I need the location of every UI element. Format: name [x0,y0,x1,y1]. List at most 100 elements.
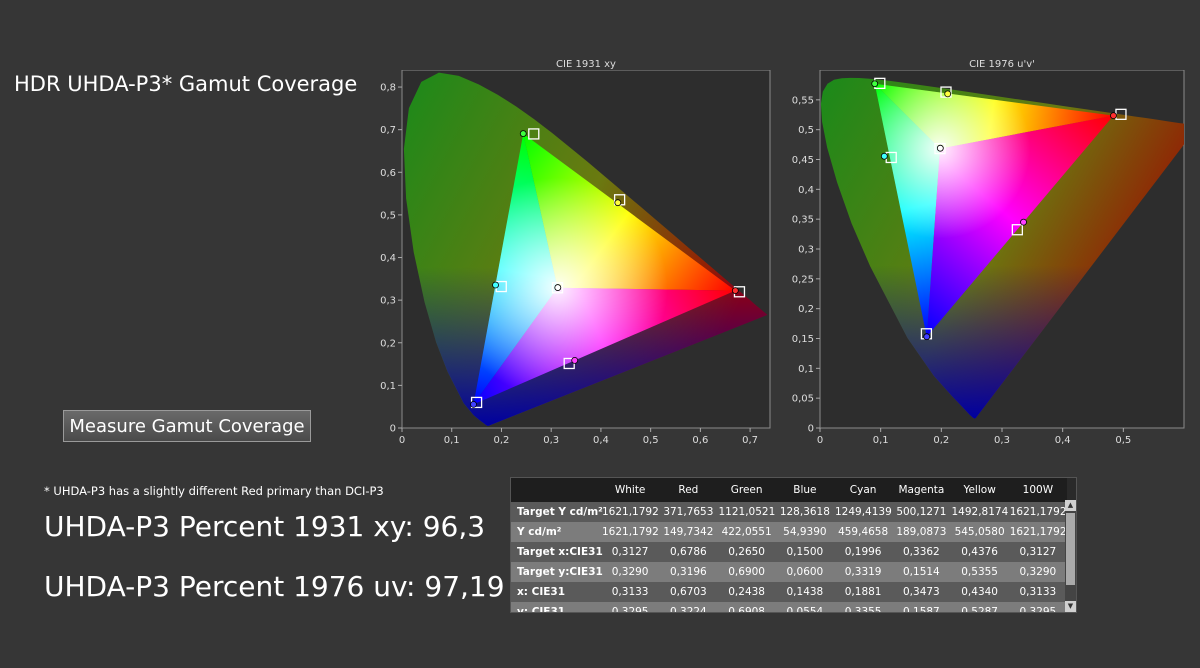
table-cell: 1121,0521 [717,502,776,522]
table-cell: 0,3196 [659,562,718,582]
table-column-header: Green [717,478,776,502]
table-cell: 0,4376 [950,542,1009,562]
table-cell: 1621,1792 [1008,502,1067,522]
table-header-row: White Red Green Blue Cyan Magenta Yellow 100W [511,478,1067,502]
x-tick-label: 0 [399,435,405,446]
table-column-header: Cyan [834,478,893,502]
y-tick-label: 0,1 [798,364,814,375]
table-cell: 0,1587 [892,602,951,612]
measured-point-green [519,130,527,137]
table-column-header: Blue [775,478,834,502]
table-cell: 0,6786 [659,542,718,562]
footnote: * UHDA-P3 has a slightly different Red p… [44,484,384,498]
table-cell: 0,0554 [775,602,834,612]
table-cell: 0,3362 [892,542,951,562]
y-tick-label: 0,6 [380,168,396,179]
table-row-label: Target x:CIE31 [511,542,603,562]
table-cell: 422,0551 [717,522,776,542]
table-scrollbar[interactable]: ▲ ▼ [1065,500,1076,612]
table-cell: 0,3133 [601,582,660,602]
x-tick-label: 0,7 [742,435,758,446]
measured-point-red [1110,112,1117,120]
table-cell: 0,3319 [834,562,893,582]
y-tick-label: 0,5 [380,210,396,221]
measured-point-yellow [614,199,622,207]
table-cell: 0,1881 [834,582,893,602]
y-tick-label: 0,7 [380,125,396,136]
percent-1931-xy: UHDA-P3 Percent 1931 xy: 96,3 [44,510,486,543]
table-cell: 1621,1792 [1008,522,1067,542]
table-cell: 0,1996 [834,542,893,562]
table-row-label: x: CIE31 [511,582,601,602]
scroll-up-icon[interactable]: ▲ [1065,500,1076,511]
measured-point-cyan [880,152,888,160]
table-row-label: Y cd/m² [511,522,601,542]
table-cell: 0,3127 [601,542,660,562]
x-tick-label: 0,3 [994,435,1010,446]
table-row: Target Y cd/m² 1621,1792 371,7653 1121,0521… [511,502,1067,522]
table-cell: 545,0580 [950,522,1009,542]
table-row: Target x:CIE31 0,3127 0,6786 0,2650 0,1500 0,… [511,542,1067,562]
measured-point-red [731,287,739,294]
table-cell: 0,6703 [659,582,718,602]
x-tick-label: 0,2 [494,435,510,446]
x-tick-label: 0 [817,435,823,446]
x-tick-label: 0,5 [643,435,659,446]
table-cell: 0,5287 [950,602,1009,612]
cie1976-chart: 0 0,1 0,2 0,3 0,4 0,5 0 0,05 0,1 0,15 0,2 0,25 0,3 0,… [792,70,1185,446]
cie1931-chart: 0 0,1 0,2 0,3 0,4 0,5 0,6 0,7 0 0,1 0,2 0,3 0,4 0,5 0,… [380,70,771,446]
x-tick-label: 0,4 [1055,435,1071,446]
x-tick-label: 0,1 [873,435,889,446]
y-tick-label: 0,3 [798,245,814,256]
y-tick-label: 0,5 [798,125,814,136]
table-column-header: Magenta [892,478,951,502]
table-cell: 0,3473 [892,582,951,602]
table-cell: 0,4340 [950,582,1009,602]
y-tick-label: 0,55 [792,95,814,106]
table-column-header [511,478,601,502]
table-cell: 128,3618 [775,502,834,522]
scroll-thumb[interactable] [1066,513,1075,585]
table-cell: 0,3295 [1008,602,1067,612]
measurement-grid: White Red Green Blue Cyan Magenta Yellow 100W T… [511,478,1067,612]
y-tick-label: 0 [390,424,396,435]
table-cell: 0,3224 [659,602,718,612]
y-tick-label: 0,1 [380,381,396,392]
table-cell: 0,6900 [717,562,776,582]
table-row: Y cd/m² 1621,1792 149,7342 422,0551 54,9390 4… [511,522,1067,542]
measured-point-blue [923,333,931,341]
y-tick-label: 0,2 [798,304,814,315]
table-cell: 1249,4139 [834,502,893,522]
y-tick-label: 0,25 [792,274,814,285]
table-cell: 149,7342 [659,522,718,542]
x-tick-label: 0,2 [933,435,949,446]
measured-point-magenta [571,356,579,364]
y-tick-label: 0,3 [380,296,396,307]
y-tick-label: 0,4 [798,185,814,196]
scroll-down-icon[interactable]: ▼ [1065,601,1076,612]
y-tick-label: 0,4 [380,253,396,264]
table-cell: 1621,1792 [601,502,660,522]
measured-point-cyan [492,281,499,289]
table-cell: 459,4658 [834,522,893,542]
table-cell: 0,2650 [717,542,776,562]
page-title: HDR UHDA-P3* Gamut Coverage [14,72,358,96]
table-column-header: Red [659,478,718,502]
table-row-label: y: CIE31 [511,602,601,612]
measured-point-blue [470,400,477,408]
x-tick-label: 0,5 [1115,435,1131,446]
table-cell: 0,1438 [775,582,834,602]
table-cell: 54,9390 [775,522,834,542]
measured-point-green [871,80,879,88]
table-cell: 0,2438 [717,582,776,602]
measure-gamut-button[interactable]: Measure Gamut Coverage [63,410,311,442]
table-column-header: 100W [1008,478,1067,502]
measurement-table[interactable]: White Red Green Blue Cyan Magenta Yellow 100W T… [510,477,1077,613]
table-cell: 1621,1792 [601,522,660,542]
table-cell: 371,7653 [659,502,718,522]
table-cell: 0,6908 [717,602,776,612]
y-tick-label: 0,35 [792,215,814,226]
chart-title-xy: CIE 1931 xy [556,59,616,70]
table-cell: 0,3290 [601,562,660,582]
x-tick-label: 0,1 [444,435,460,446]
